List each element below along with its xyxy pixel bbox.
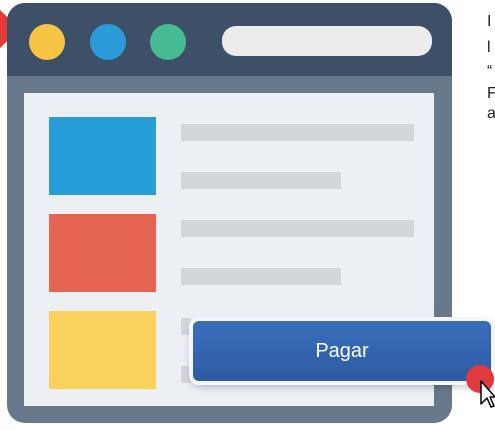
mouse-cursor-icon [480,380,495,408]
cropped-caption-char: “ [487,63,493,80]
thumbnail-blue [49,117,156,195]
window-titlebar [7,3,452,76]
text-line-placeholder [181,366,191,383]
thumbnail-yellow [49,311,156,389]
cropped-caption-char: a [487,105,495,122]
address-bar[interactable] [222,26,432,56]
text-line-placeholder [181,268,341,285]
close-dot-icon[interactable] [29,24,65,60]
cropped-caption-char: F [487,85,495,102]
maximize-dot-icon[interactable] [150,24,186,60]
thumbnail-red [49,214,156,292]
text-line-placeholder [181,124,414,141]
cropped-caption-char: I [487,13,492,30]
text-line-placeholder [181,318,191,335]
text-line-placeholder [181,220,414,237]
pay-button[interactable]: Pagar [193,321,491,381]
cropped-caption-char: l [487,39,491,56]
minimize-dot-icon[interactable] [90,24,126,60]
text-line-placeholder [181,172,341,189]
